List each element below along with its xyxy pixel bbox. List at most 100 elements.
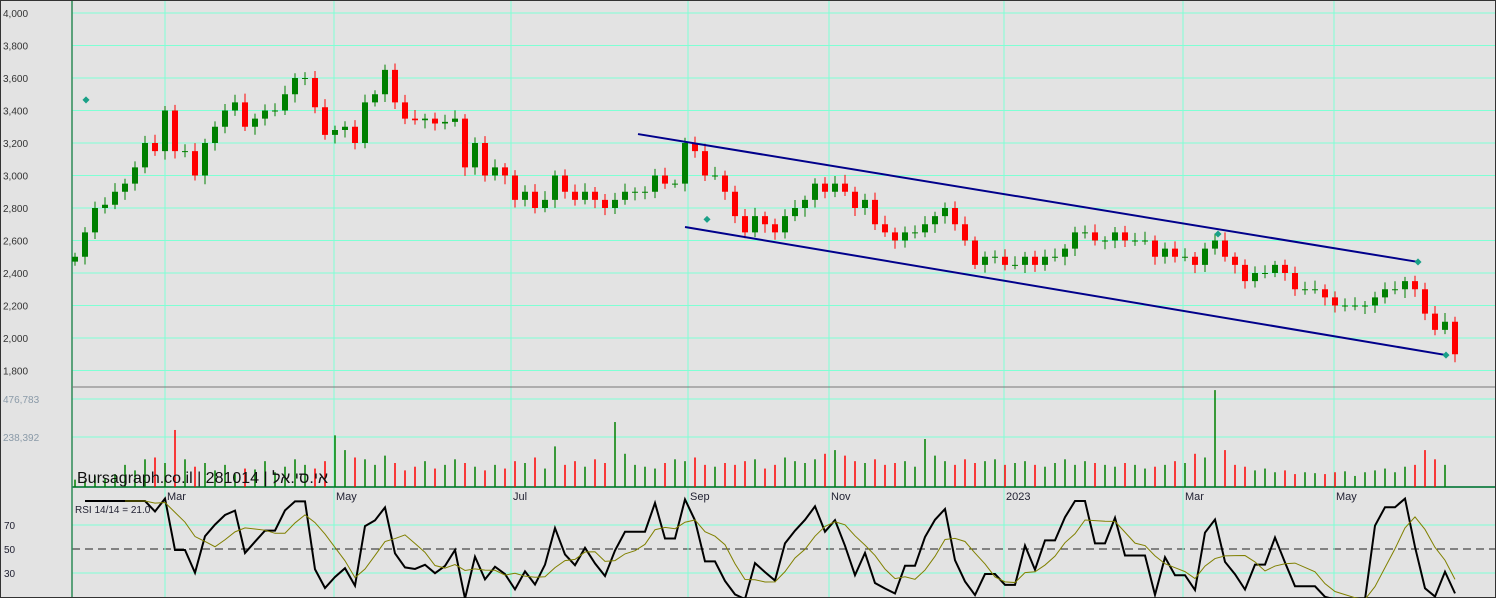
- candle-body: [522, 191, 528, 200]
- candle-body: [242, 102, 248, 127]
- candle-body: [1422, 289, 1428, 314]
- candle-body: [922, 224, 928, 233]
- time-tick-label: May: [336, 491, 357, 503]
- candle-body: [752, 216, 758, 233]
- candle-body: [1142, 240, 1148, 242]
- candle-body: [1212, 240, 1218, 249]
- candle-body: [262, 110, 268, 119]
- candle-body: [1112, 232, 1118, 241]
- candle-body: [192, 151, 198, 176]
- candle-body: [1202, 248, 1208, 265]
- candle-body: [112, 191, 118, 205]
- candle-body: [1102, 240, 1108, 242]
- candle-body: [362, 102, 368, 143]
- candle-body: [1172, 248, 1178, 257]
- time-tick-label: 2023: [1006, 491, 1030, 503]
- candle-body: [672, 183, 678, 185]
- candle-body: [1052, 256, 1058, 258]
- candle-body: [1232, 256, 1238, 265]
- candle-body: [492, 167, 498, 176]
- candle-body: [1252, 273, 1258, 282]
- time-tick-label: Nov: [831, 491, 851, 503]
- time-tick-label: May: [1336, 491, 1357, 503]
- candle-body: [282, 94, 288, 111]
- candle-body: [1442, 321, 1448, 330]
- candle-body: [1452, 321, 1458, 355]
- candle-body: [872, 199, 878, 225]
- candle-body: [622, 191, 628, 200]
- candle-body: [812, 183, 818, 200]
- candle-body: [632, 191, 638, 193]
- candle-body: [232, 102, 238, 111]
- candle-body: [322, 107, 328, 135]
- candle-body: [892, 232, 898, 241]
- candle-body: [572, 191, 578, 200]
- candle-body: [602, 199, 608, 208]
- candle-body: [252, 118, 258, 127]
- candle-body: [172, 110, 178, 152]
- candle-body: [1432, 313, 1438, 330]
- candle-body: [852, 191, 858, 208]
- candle-body: [932, 216, 938, 225]
- candle-body: [592, 191, 598, 200]
- candle-body: [462, 118, 468, 168]
- candle-body: [982, 256, 988, 265]
- candle-body: [1162, 248, 1168, 257]
- price-tick-label: 2,600: [3, 237, 28, 248]
- candle-body: [552, 175, 558, 200]
- candle-body: [862, 199, 868, 208]
- time-tick-label: Mar: [1185, 491, 1204, 503]
- candle-body: [882, 224, 888, 233]
- candle-body: [562, 175, 568, 192]
- candle-body: [502, 167, 508, 176]
- candle-body: [1332, 297, 1338, 306]
- candle-body: [352, 126, 358, 143]
- candle-body: [542, 199, 548, 208]
- candle-body: [342, 126, 348, 130]
- candle-body: [1352, 305, 1358, 307]
- candle-body: [1082, 232, 1088, 234]
- candle-body: [1192, 256, 1198, 265]
- candle-body: [482, 143, 488, 176]
- candle-body: [222, 110, 228, 127]
- candle-body: [1292, 273, 1298, 290]
- price-tick-label: 2,400: [3, 269, 28, 280]
- price-tick-label: 2,000: [3, 334, 28, 345]
- candle-body: [532, 191, 538, 208]
- candle-body: [442, 121, 448, 124]
- candle-body: [1002, 256, 1008, 265]
- candle-body: [782, 216, 788, 233]
- stock-chart: 4,000 3,800 3,600 3,400 3,200 3,000 2,800 2,600…: [0, 0, 1496, 598]
- price-tick-label: 4,000: [3, 9, 28, 20]
- watermark: Bursagraph.co.il | 281014 | אי.סי.אל: [77, 469, 328, 487]
- candle-body: [802, 199, 808, 208]
- candle-body: [202, 143, 208, 176]
- candle-body: [1312, 289, 1318, 291]
- time-tick-label: Sep: [690, 491, 710, 503]
- candle-body: [1282, 264, 1288, 273]
- candle-body: [392, 69, 398, 103]
- candle-body: [1222, 240, 1228, 257]
- candle-body: [762, 216, 768, 225]
- rsi-tick-label: 50: [4, 545, 16, 556]
- candle-body: [702, 151, 708, 176]
- price-tick-label: 3,800: [3, 42, 28, 53]
- candle-body: [1042, 256, 1048, 265]
- candle-body: [302, 78, 308, 79]
- time-tick-label: Jul: [513, 491, 527, 503]
- candle-body: [1092, 232, 1098, 241]
- candle-body: [772, 224, 778, 233]
- time-tick-label: Mar: [167, 491, 186, 503]
- chart-background: [0, 0, 1496, 598]
- candle-body: [1402, 281, 1408, 290]
- candle-body: [292, 78, 298, 95]
- candle-body: [432, 118, 438, 124]
- candle-body: [612, 199, 618, 208]
- candle-body: [712, 175, 718, 177]
- price-tick-label: 3,200: [3, 139, 28, 150]
- price-tick-label: 2,800: [3, 204, 28, 215]
- candle-body: [162, 110, 168, 152]
- candle-body: [992, 256, 998, 258]
- candle-body: [822, 183, 828, 192]
- candle-body: [1272, 264, 1278, 273]
